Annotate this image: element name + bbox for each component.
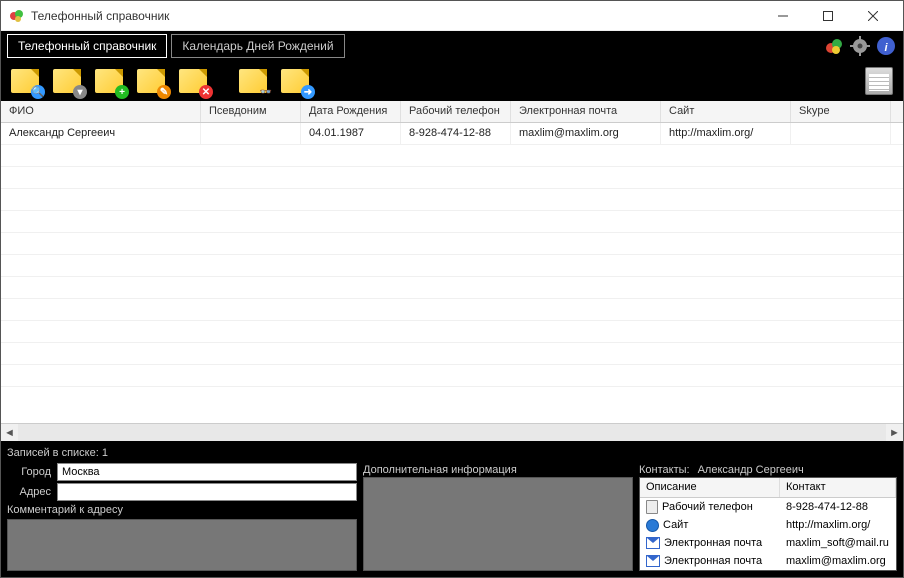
contacts-prefix: Контакты: <box>639 464 690 476</box>
titlebar: Телефонный справочник <box>1 1 903 31</box>
cell-site: http://maxlim.org/ <box>661 123 791 144</box>
close-button[interactable] <box>850 2 895 30</box>
tabs-bar: Телефонный справочник Календарь Дней Рож… <box>1 31 903 61</box>
bottom-panel: Записей в списке: 1 Город Адрес Коммента… <box>1 441 903 577</box>
search-note-button[interactable]: 🔍 <box>7 65 43 97</box>
table-row[interactable]: Александр Сергееич 04.01.1987 8-928-474-… <box>1 123 903 145</box>
col-email[interactable]: Электронная почта <box>511 101 661 122</box>
scroll-left-icon[interactable]: ◄ <box>1 424 18 441</box>
extra-info-label: Дополнительная информация <box>363 463 633 477</box>
contacts-name: Александр Сергееич <box>698 464 804 476</box>
app-window: Телефонный справочник Телефонный справоч… <box>0 0 904 578</box>
city-label: Город <box>7 466 51 478</box>
grid-body[interactable]: Александр Сергееич 04.01.1987 8-928-474-… <box>1 123 903 423</box>
extra-info-box[interactable] <box>363 477 633 571</box>
balls-icon[interactable] <box>823 35 845 57</box>
ct-col-desc[interactable]: Описание <box>640 478 780 497</box>
window-title: Телефонный справочник <box>31 9 760 23</box>
info-icon[interactable]: i <box>875 35 897 57</box>
city-input[interactable] <box>57 463 357 481</box>
contact-row[interactable]: Рабочий телефон 8-928-474-12-88 <box>640 498 896 516</box>
scroll-track[interactable] <box>18 424 886 441</box>
export-note-button[interactable]: ➜ <box>277 65 313 97</box>
address-input[interactable] <box>57 483 357 501</box>
address-label: Адрес <box>7 486 51 498</box>
filter-note-button[interactable]: ▾ <box>49 65 85 97</box>
horizontal-scrollbar[interactable]: ◄ ► <box>1 423 903 441</box>
col-pseudo[interactable]: Псевдоним <box>201 101 301 122</box>
maximize-button[interactable] <box>805 2 850 30</box>
data-grid: ФИО Псевдоним Дата Рождения Рабочий теле… <box>1 101 903 441</box>
col-fio[interactable]: ФИО <box>1 101 201 122</box>
add-note-button[interactable]: + <box>91 65 127 97</box>
col-wphone[interactable]: Рабочий телефон <box>401 101 511 122</box>
contacts-table: Описание Контакт Рабочий телефон 8-928-4… <box>639 477 897 571</box>
address-comment-label: Комментарий к адресу <box>7 503 357 517</box>
col-dob[interactable]: Дата Рождения <box>301 101 401 122</box>
find-note-button[interactable]: 👓 <box>235 65 271 97</box>
cell-dob: 04.01.1987 <box>301 123 401 144</box>
cell-wphone: 8-928-474-12-88 <box>401 123 511 144</box>
cell-skype <box>791 123 891 144</box>
tab-directory[interactable]: Телефонный справочник <box>7 34 167 58</box>
cell-fio: Александр Сергееич <box>1 123 201 144</box>
cell-pseudo <box>201 123 301 144</box>
extra-info-panel: Дополнительная информация <box>363 463 633 571</box>
toolbar: 🔍 ▾ + ✎ ✕ 👓 ➜ <box>1 61 903 101</box>
tab-calendar[interactable]: Календарь Дней Рождений <box>171 34 344 58</box>
contact-row[interactable]: Сайт http://maxlim.org/ <box>640 516 896 534</box>
phone-icon <box>646 500 658 514</box>
cell-email: maxlim@maxlim.org <box>511 123 661 144</box>
globe-icon <box>646 519 659 532</box>
col-skype[interactable]: Skype <box>791 101 891 122</box>
mail-icon <box>646 555 660 567</box>
ct-col-contact[interactable]: Контакт <box>780 478 896 497</box>
scroll-right-icon[interactable]: ► <box>886 424 903 441</box>
contacts-panel: Контакты: Александр Сергееич Описание Ко… <box>639 463 897 571</box>
app-icon <box>9 8 25 24</box>
edit-note-button[interactable]: ✎ <box>133 65 169 97</box>
delete-note-button[interactable]: ✕ <box>175 65 211 97</box>
records-count: Записей в списке: 1 <box>7 445 897 461</box>
grid-header: ФИО Псевдоним Дата Рождения Рабочий теле… <box>1 101 903 123</box>
contact-row[interactable]: Электронная почта maxlim@maxlim.org <box>640 552 896 570</box>
mail-icon <box>646 537 660 549</box>
address-comment-box[interactable] <box>7 519 357 571</box>
gear-icon[interactable] <box>849 35 871 57</box>
col-site[interactable]: Сайт <box>661 101 791 122</box>
minimize-button[interactable] <box>760 2 805 30</box>
window-controls <box>760 2 895 30</box>
address-panel: Город Адрес Комментарий к адресу <box>7 463 357 571</box>
calendar-button[interactable] <box>861 65 897 97</box>
contact-row[interactable]: Электронная почта maxlim_soft@mail.ru <box>640 534 896 552</box>
